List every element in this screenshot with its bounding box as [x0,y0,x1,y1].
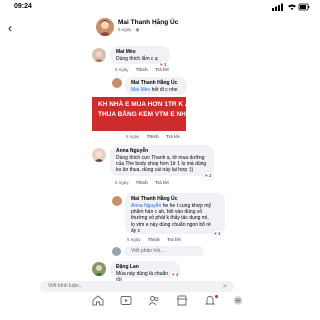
comment-author[interactable]: Anna Nguyễn [116,148,208,155]
reaction-count[interactable]: ♥ 2 [203,172,214,180]
send-icon[interactable]: ➤ [222,282,228,290]
comment-text-line: ấy c [131,227,141,234]
comment-actions: 5 ngày Thích Trả lời [115,180,175,185]
comment-author[interactable]: Mai Thanh Hằng Úc [131,80,181,87]
like-link[interactable]: Thích [136,180,148,185]
comment-author[interactable]: Mai Mèo [116,49,164,56]
post-meta: 5 ngày · ◉ [118,27,140,32]
reply-input[interactable]: Viết phản hồi... [124,246,204,256]
comment-author[interactable]: Mai Thanh Hằng Úc [131,196,219,203]
reply-placeholder: Viết phản hồi... [131,248,165,254]
comment-time: 5 ngày [127,237,141,242]
avatar[interactable] [112,196,122,206]
comment-author[interactable]: Đặng Lan [116,264,174,271]
reply-link[interactable]: Trả lời [167,237,181,242]
comment-time: 5 ngày [115,67,129,72]
heart-icon: ♥ [172,272,175,277]
bottom-navigation [0,293,320,320]
like-link[interactable]: Thích [136,67,148,72]
video-icon [120,296,132,305]
mention-link[interactable]: Mai Mèo [131,87,150,93]
image-text-line: THUA BẰNG KEM VTM E NHÉ [98,111,191,118]
comment-text-line: ko ăn thua, dùng cái này lại hợp :)) [116,167,194,174]
menu-icon [233,296,243,305]
avatar[interactable] [92,262,106,276]
avatar[interactable] [112,78,122,88]
comment-text-line: lọ vtm e này dùng chuẩn ngon bổ rẻ [131,221,211,228]
reply-link[interactable]: Trả lời [166,134,180,139]
comment-actions: 5 ngày Thích Trả lời [115,67,175,72]
status-bar: 09:24 [0,0,320,14]
like-link[interactable]: Thích [148,237,160,242]
heart-icon: ♥ [214,231,217,236]
avatar[interactable] [92,48,106,62]
comment-image[interactable]: KH NHÀ E MUA HƠN 1TR K ĂN THUA BẰNG KEM … [92,97,195,131]
comment-placeholder: Viết bình luận... [48,283,83,289]
comment-text: Dùng thích lắm c ạ [116,56,158,62]
comment-actions: 5 ngày Thích Trả lời [126,134,186,139]
comment-input[interactable]: Viết bình luận... [40,281,234,292]
globe-icon: ◉ [135,27,140,32]
more-horizontal-icon[interactable]: ··· [154,22,163,29]
nav-menu[interactable] [218,293,258,306]
comment-text: Mai Mèo hết đi c nhe [131,87,178,93]
comment-time: 5 ngày [115,180,129,185]
reaction-count[interactable]: ♥ 1 [212,230,223,238]
comment-bubble: Anna Nguyễn Dùng thích cực Thanh ạ, tớ m… [110,145,214,176]
reply-link[interactable]: Trả lời [155,180,169,185]
comment-text-line: thường vỏ phát k thấy tác dụng mì, [131,215,209,222]
people-icon [148,296,159,306]
avatar[interactable] [92,148,106,162]
post-author[interactable]: Mai Thanh Hằng Úc [118,19,178,26]
reply-link[interactable]: Trả lời [155,67,169,72]
marketplace-icon [176,295,188,306]
avatar [112,247,121,256]
back-arrow-icon[interactable]: ‹ [8,21,12,35]
like-link[interactable]: Thích [147,134,159,139]
avatar[interactable] [96,18,114,36]
comment-actions: 5 ngày Thích Trả lời [127,237,187,242]
reaction-count[interactable]: ♥ 2 [170,271,181,279]
image-text-line: KH NHÀ E MUA HƠN 1TR K ĂN [98,101,195,108]
status-time: 09:24 [14,3,32,10]
comment-bubble: Mai Thanh Hằng Úc Anna Nguyễn he he t cu… [125,193,225,234]
heart-icon: ♥ [205,173,208,178]
comment-time: 5 ngày [126,134,140,139]
status-icons [272,3,310,11]
comment-bubble: Mai Thanh Hằng Úc Mai Mèo hết đi c nhe [125,77,187,95]
home-icon [92,295,104,306]
